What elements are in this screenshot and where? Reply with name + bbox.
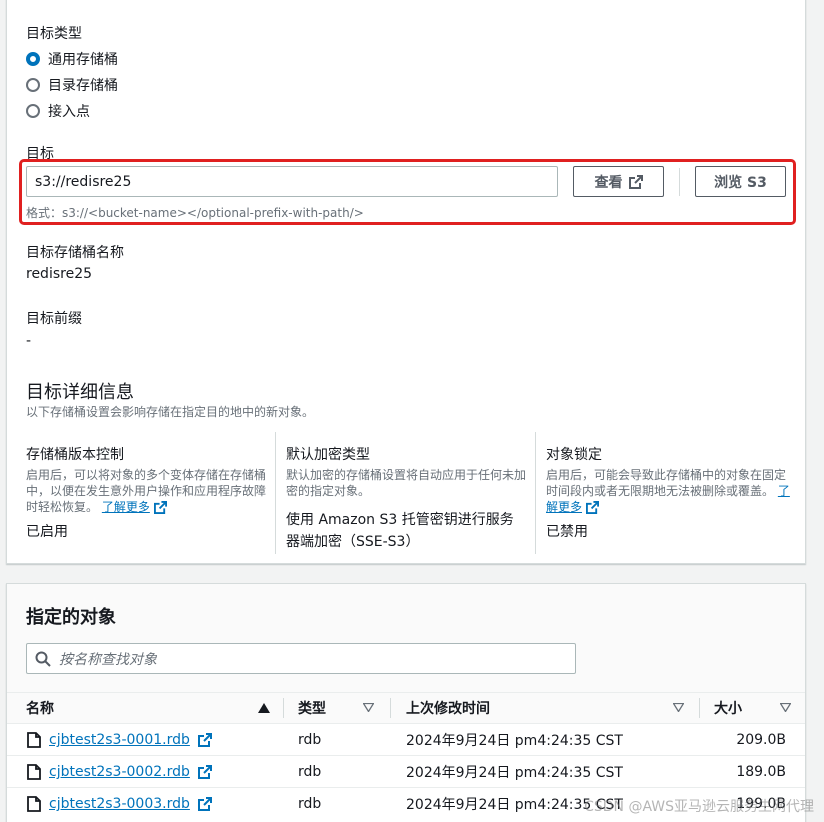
- file-icon: [27, 764, 41, 780]
- column-separator[interactable]: [390, 698, 391, 718]
- learn-more-label: 了解更多: [101, 500, 150, 514]
- radio-label: 通用存储桶: [48, 52, 118, 68]
- file-size-cell: 209.0B: [736, 732, 786, 748]
- external-link-icon[interactable]: [197, 765, 212, 779]
- bucket-name-label: 目标存储桶名称: [26, 245, 124, 261]
- encryption-title: 默认加密类型: [286, 447, 370, 463]
- radio-access-point[interactable]: 接入点: [26, 101, 90, 121]
- encryption-value: 使用 Amazon S3 托管密钥进行服务器端加密（SSE-S3）: [286, 512, 514, 550]
- external-link-icon[interactable]: [197, 733, 212, 747]
- encryption-section: 默认加密类型 默认加密的存储桶设置将自动应用于任何未加密的指定对象。 使用 Am…: [286, 444, 526, 553]
- file-name-link[interactable]: cjbtest2s3-0001.rdb: [49, 732, 190, 748]
- last-modified-cell: 2024年9月24日 pm4:24:35 CST: [406, 765, 623, 781]
- sort-icon[interactable]: [673, 703, 684, 712]
- column-separator[interactable]: [283, 698, 284, 718]
- radio-directory-bucket[interactable]: 目录存储桶: [26, 75, 118, 95]
- radio-label: 目录存储桶: [48, 78, 118, 94]
- versioning-section: 存储桶版本控制 启用后，可以将对象的多个变体存储在存储桶中，以便在发生意外用户操…: [26, 444, 266, 541]
- object-lock-section: 对象锁定 启用后，可能会导致此存储桶中的对象在固定时间段内或者无限期地无法被删除…: [546, 444, 790, 541]
- column-divider: [275, 432, 276, 554]
- file-name-cell: cjbtest2s3-0003.rdb: [27, 788, 212, 820]
- details-title: 目标详细信息: [26, 382, 134, 403]
- file-size-cell: 189.0B: [736, 764, 786, 780]
- file-name-link[interactable]: cjbtest2s3-0003.rdb: [49, 796, 190, 812]
- search-placeholder: 按名称查找对象: [59, 651, 157, 668]
- column-header-type[interactable]: 类型: [298, 693, 326, 723]
- versioning-description: 启用后，可以将对象的多个变体存储在存储桶中，以便在发生意外用户操作和应用程序故障…: [26, 467, 266, 515]
- radio-general-bucket[interactable]: 通用存储桶: [26, 49, 118, 69]
- object-lock-description: 启用后，可能会导致此存储桶中的对象在固定时间段内或者无限期地无法被删除或覆盖。 …: [546, 467, 790, 515]
- watermark: CSDN @AWS亚马逊云服务生网代理: [584, 799, 814, 815]
- prefix-label: 目标前缀: [26, 311, 82, 327]
- radio-unselected-icon[interactable]: [26, 78, 40, 92]
- file-type-cell: rdb: [298, 796, 322, 812]
- radio-unselected-icon[interactable]: [26, 104, 40, 118]
- file-name-cell: cjbtest2s3-0002.rdb: [27, 756, 212, 788]
- table-row: cjbtest2s3-0002.rdb rdb 2024年9月24日 pm4:2…: [7, 755, 805, 787]
- prefix-value: -: [26, 333, 32, 349]
- versioning-title: 存储桶版本控制: [26, 447, 124, 463]
- bucket-name-value: redisre25: [26, 266, 93, 282]
- file-name-cell: cjbtest2s3-0001.rdb: [27, 724, 212, 756]
- file-type-cell: rdb: [298, 732, 322, 748]
- last-modified-cell: 2024年9月24日 pm4:24:35 CST: [406, 733, 623, 749]
- sort-ascending-icon[interactable]: [258, 703, 270, 713]
- radio-selected-icon[interactable]: [26, 52, 40, 66]
- object-lock-value: 已禁用: [546, 524, 588, 540]
- encryption-description: 默认加密的存储桶设置将自动应用于任何未加密的指定对象。: [286, 468, 527, 498]
- radio-label: 接入点: [48, 104, 90, 120]
- objects-title: 指定的对象: [26, 607, 116, 628]
- versioning-learn-more-link[interactable]: 了解更多: [102, 500, 150, 514]
- object-lock-title: 对象锁定: [546, 447, 602, 463]
- file-icon: [27, 796, 41, 812]
- external-link-icon[interactable]: [585, 501, 599, 514]
- external-link-icon[interactable]: [153, 501, 167, 514]
- column-divider: [535, 432, 536, 554]
- versioning-value: 已启用: [26, 524, 68, 540]
- external-link-icon[interactable]: [197, 797, 212, 811]
- column-header-last-modified[interactable]: 上次修改时间: [406, 693, 490, 723]
- destination-type-heading: 目标类型: [26, 26, 82, 42]
- object-lock-desc-text: 启用后，可能会导致此存储桶中的对象在固定时间段内或者无限期地无法被删除或覆盖。: [546, 468, 787, 498]
- column-separator[interactable]: [699, 698, 700, 718]
- file-type-cell: rdb: [298, 764, 322, 780]
- table-row: cjbtest2s3-0001.rdb rdb 2024年9月24日 pm4:2…: [7, 723, 805, 755]
- objects-search-input[interactable]: 按名称查找对象: [26, 643, 576, 674]
- file-icon: [27, 732, 41, 748]
- search-icon: [35, 651, 51, 667]
- sort-icon[interactable]: [780, 703, 791, 712]
- column-header-name[interactable]: 名称: [26, 693, 54, 723]
- details-subtitle: 以下存储桶设置会影响存储在指定目的地中的新对象。: [26, 405, 315, 419]
- sort-icon[interactable]: [363, 703, 374, 712]
- highlight-annotation-box: [19, 159, 796, 225]
- column-header-size[interactable]: 大小: [714, 693, 742, 723]
- file-name-link[interactable]: cjbtest2s3-0002.rdb: [49, 764, 190, 780]
